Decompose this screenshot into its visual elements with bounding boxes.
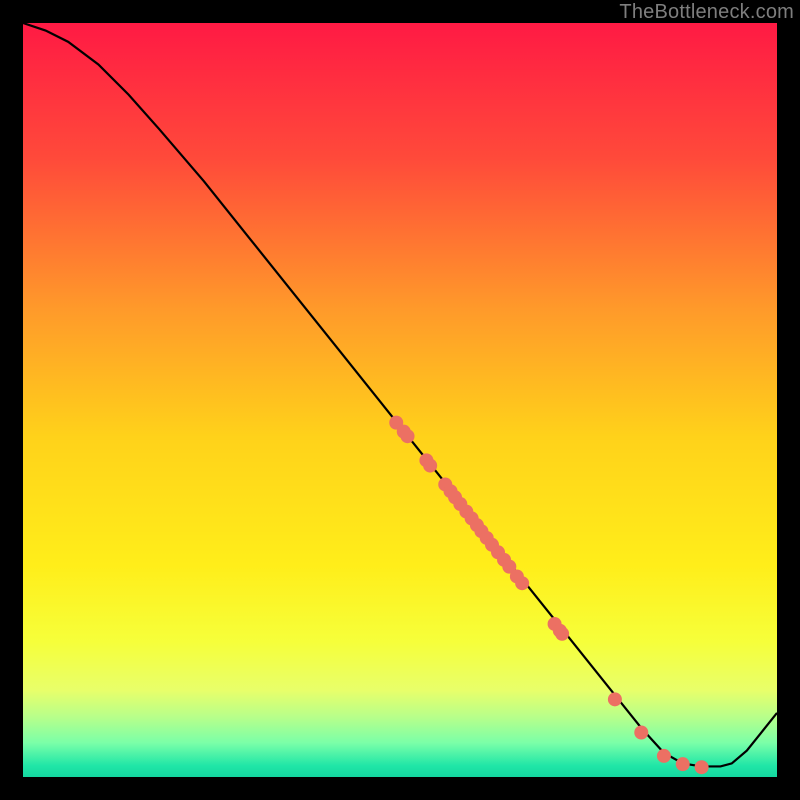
data-point <box>515 576 529 590</box>
chart-frame: TheBottleneck.com <box>0 0 800 800</box>
chart-svg <box>23 23 777 777</box>
data-point <box>423 459 437 473</box>
watermark-label: TheBottleneck.com <box>619 1 794 24</box>
data-point <box>401 429 415 443</box>
plot-area <box>23 23 777 777</box>
gradient-background <box>23 23 777 777</box>
data-point <box>695 760 709 774</box>
data-point <box>676 757 690 771</box>
data-point <box>608 692 622 706</box>
data-point <box>657 749 671 763</box>
data-point <box>634 726 648 740</box>
data-point <box>555 627 569 641</box>
